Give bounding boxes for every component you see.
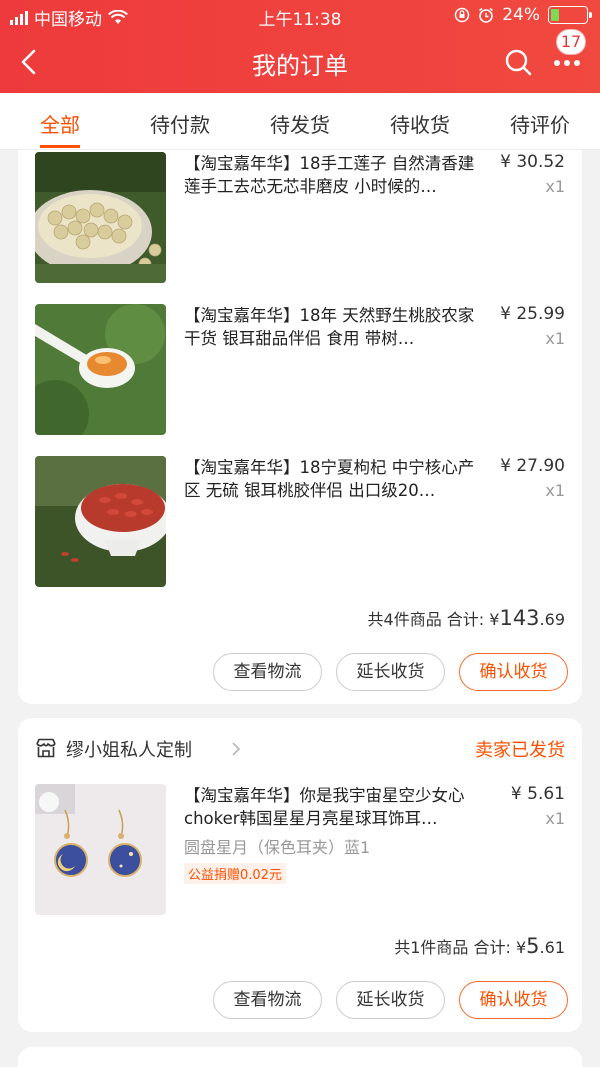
order-item[interactable]: 【淘宝嘉年华】18宁夏枸杞 中宁核心产区 无硫 银耳桃胶伴侣 出口级20… ¥ …	[35, 456, 565, 588]
product-price: ¥ 27.90	[500, 456, 565, 476]
order-summary-label: 共1件商品 合计: ¥	[394, 938, 527, 957]
order-item[interactable]: 【淘宝嘉年华】18年 天然野生桃胶农家干货 银耳甜品伴侣 食用 带树… ¥ 25…	[35, 304, 565, 436]
product-quantity: x1	[545, 809, 565, 828]
product-price: ¥ 25.99	[500, 304, 565, 324]
app-header: 中国移动 上午11:38 24% 我的订单 17	[0, 0, 600, 93]
product-title[interactable]: 【淘宝嘉年华】18宁夏枸杞 中宁核心产区 无硫 银耳桃胶伴侣 出口级20…	[184, 456, 484, 502]
battery-percent: 24%	[502, 5, 540, 25]
product-price: ¥ 5.61	[510, 784, 565, 804]
order-card	[18, 1047, 582, 1067]
nav-bar: 我的订单 17	[0, 29, 600, 92]
product-quantity: x1	[545, 481, 565, 500]
alarm-icon	[479, 7, 494, 23]
search-icon[interactable]	[504, 48, 532, 76]
product-quantity: x1	[545, 177, 565, 196]
order-total-decimal: .69	[539, 610, 565, 629]
product-image-peach-gum[interactable]	[35, 304, 166, 435]
confirm-receipt-button[interactable]: 确认收货	[459, 653, 568, 691]
tab-pending-review[interactable]: 待评价	[510, 109, 570, 138]
order-total-decimal: .61	[539, 938, 565, 957]
shop-name[interactable]: 缪小姐私人定制	[66, 736, 192, 762]
order-status: 卖家已发货	[475, 740, 565, 761]
order-total: 共4件商品 合计: ¥143.69	[368, 606, 565, 630]
tab-all[interactable]: 全部	[40, 109, 80, 138]
extend-receipt-button[interactable]: 延长收货	[336, 653, 445, 691]
product-image-earrings[interactable]	[35, 784, 166, 915]
order-total: 共1件商品 合计: ¥5.61	[394, 934, 565, 958]
order-total-integer: 143	[499, 606, 540, 630]
tab-pending-shipment[interactable]: 待发货	[270, 109, 330, 138]
order-tabs: 全部 待付款 待发货 待收货 待评价	[0, 93, 600, 150]
chevron-right-icon	[232, 742, 241, 756]
tab-pending-payment[interactable]: 待付款	[150, 109, 210, 138]
product-price: ¥ 30.52	[500, 152, 565, 172]
shop-header[interactable]: 缪小姐私人定制 卖家已发货	[35, 736, 565, 762]
view-logistics-button[interactable]: 查看物流	[213, 981, 322, 1019]
order-total-integer: 5	[526, 934, 540, 958]
status-icons: 24%	[454, 5, 592, 25]
product-title[interactable]: 【淘宝嘉年华】18年 天然野生桃胶农家干货 银耳甜品伴侣 食用 带树…	[184, 304, 484, 350]
product-title[interactable]: 【淘宝嘉年华】18手工莲子 自然清香建莲手工去芯无芯非磨皮 小时候的…	[184, 152, 484, 198]
active-tab-indicator	[40, 145, 80, 148]
lock-icon	[454, 7, 470, 23]
order-card: 缪小姐私人定制 卖家已发货 【淘宝嘉年华】你是我宇宙星空少女心choker韩国星…	[18, 718, 582, 1032]
order-summary-label: 共4件商品 合计: ¥	[367, 610, 500, 629]
product-sku: 圆盘星月（保色耳夹）蓝1	[184, 838, 371, 857]
product-image-lotus-seeds[interactable]	[35, 152, 166, 283]
message-count-badge[interactable]: 17	[556, 29, 586, 55]
status-bar: 中国移动 上午11:38 24%	[0, 0, 600, 32]
extend-receipt-button[interactable]: 延长收货	[336, 981, 445, 1019]
product-quantity: x1	[545, 329, 565, 348]
view-logistics-button[interactable]: 查看物流	[213, 653, 322, 691]
order-card: 【淘宝嘉年华】18手工莲子 自然清香建莲手工去芯无芯非磨皮 小时候的… ¥ 30…	[18, 150, 582, 704]
confirm-receipt-button[interactable]: 确认收货	[459, 981, 568, 1019]
tab-pending-receipt[interactable]: 待收货	[390, 109, 450, 138]
more-icon[interactable]	[553, 59, 581, 67]
order-item[interactable]: 【淘宝嘉年华】你是我宇宙星空少女心choker韩国星星月亮星球耳饰耳… ¥ 5.…	[35, 784, 565, 916]
product-title[interactable]: 【淘宝嘉年华】你是我宇宙星空少女心choker韩国星星月亮星球耳饰耳…	[184, 784, 484, 830]
order-item[interactable]: 【淘宝嘉年华】18手工莲子 自然清香建莲手工去芯无芯非磨皮 小时候的… ¥ 30…	[35, 152, 565, 284]
charity-donation-tag: 公益捐赠0.02元	[184, 863, 286, 884]
product-image-goji-berries[interactable]	[35, 456, 166, 587]
shop-icon	[36, 738, 56, 758]
battery-icon	[548, 6, 592, 24]
